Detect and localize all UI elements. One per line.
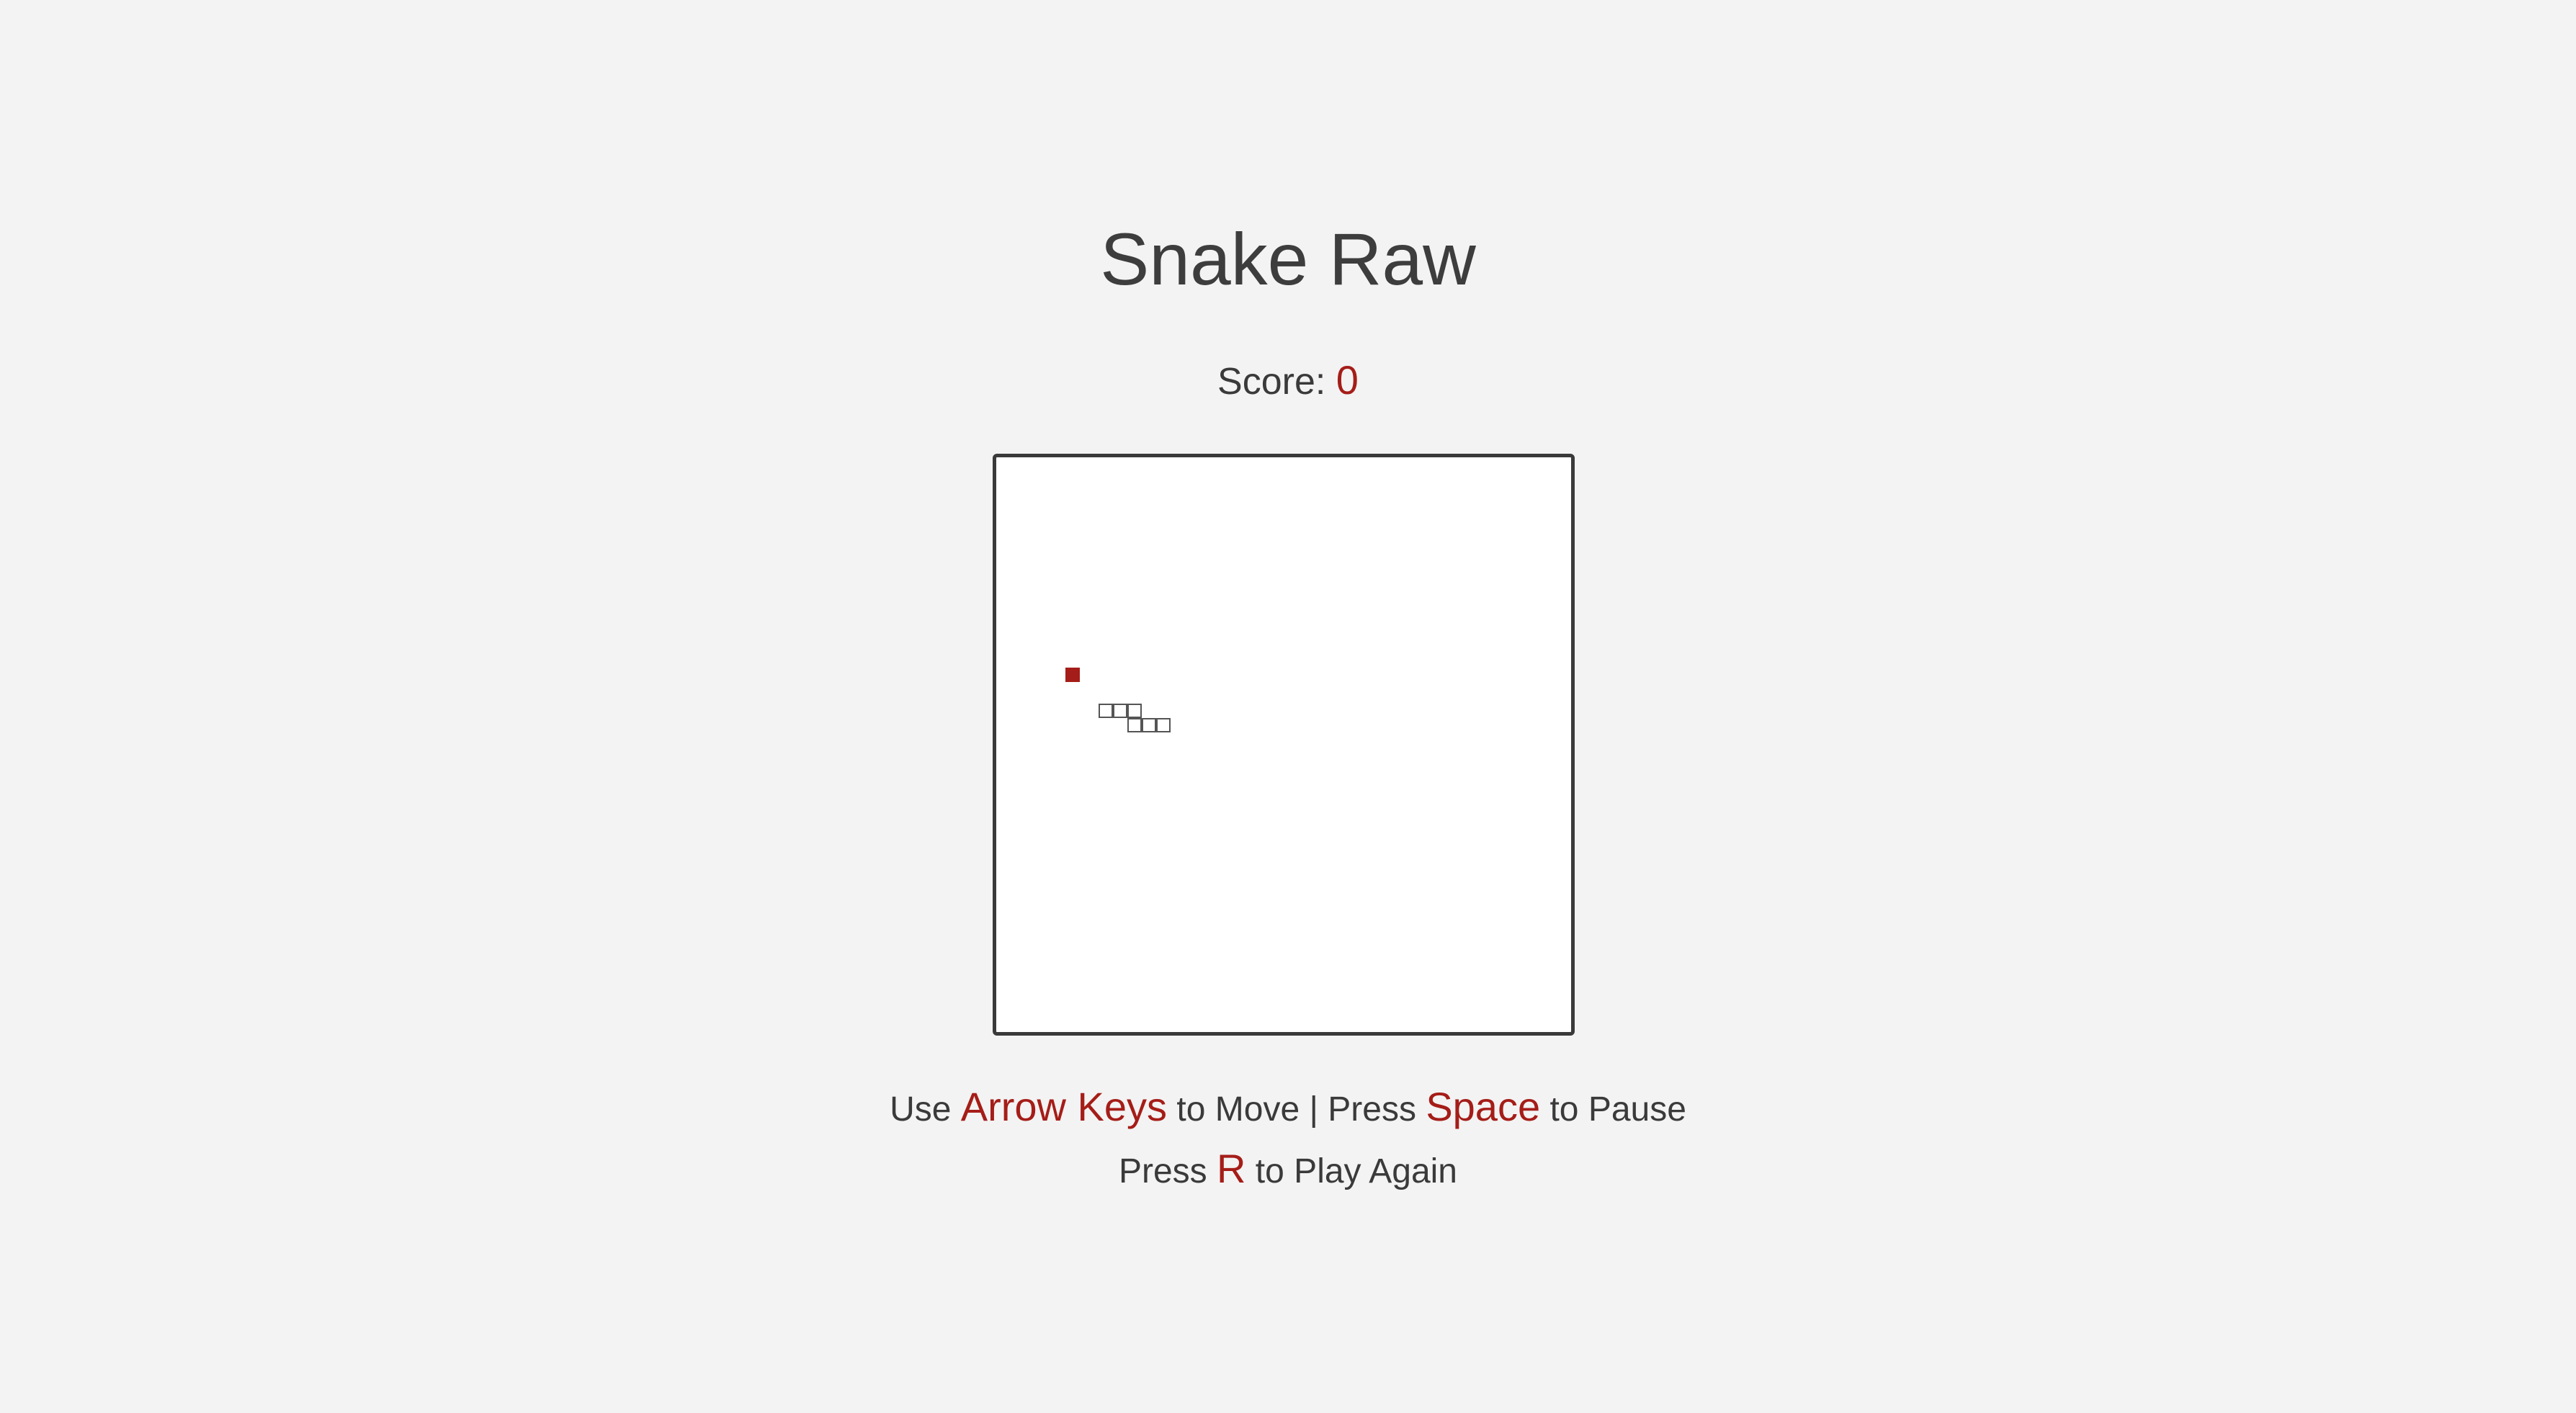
food-pellet <box>1065 668 1080 682</box>
instruction-text: to Pause <box>1540 1090 1686 1129</box>
instructions-line-1: Use Arrow Keys to Move | Press Space to … <box>0 1077 2576 1139</box>
snake-segment <box>1127 718 1142 732</box>
instructions: Use Arrow Keys to Move | Press Space to … <box>0 1077 2576 1201</box>
r-key-hint: R <box>1217 1146 1246 1191</box>
snake-head <box>1156 718 1171 732</box>
game-board-canvas[interactable] <box>996 457 1571 1032</box>
game-board[interactable] <box>993 454 1575 1036</box>
score-display: Score: 0 <box>0 356 2576 406</box>
score-label: Score: <box>1217 361 1336 403</box>
game-page: Snake Raw Score: 0 Use Arrow Keys to Mov… <box>0 0 2576 1413</box>
instruction-text: Use <box>890 1090 961 1129</box>
instruction-text: Press <box>1118 1152 1217 1190</box>
snake-segment <box>1142 718 1156 732</box>
snake-segment <box>1099 704 1113 718</box>
space-key-hint: Space <box>1426 1084 1541 1129</box>
instruction-text: to Play Again <box>1245 1152 1457 1190</box>
score-value: 0 <box>1336 357 1359 403</box>
snake-segment <box>1113 704 1127 718</box>
page-title: Snake Raw <box>1100 218 1476 300</box>
instruction-text: to Move | Press <box>1167 1090 1426 1129</box>
arrow-keys-hint: Arrow Keys <box>960 1084 1168 1129</box>
instructions-line-2: Press R to Play Again <box>0 1139 2576 1201</box>
snake-segment <box>1127 704 1142 718</box>
